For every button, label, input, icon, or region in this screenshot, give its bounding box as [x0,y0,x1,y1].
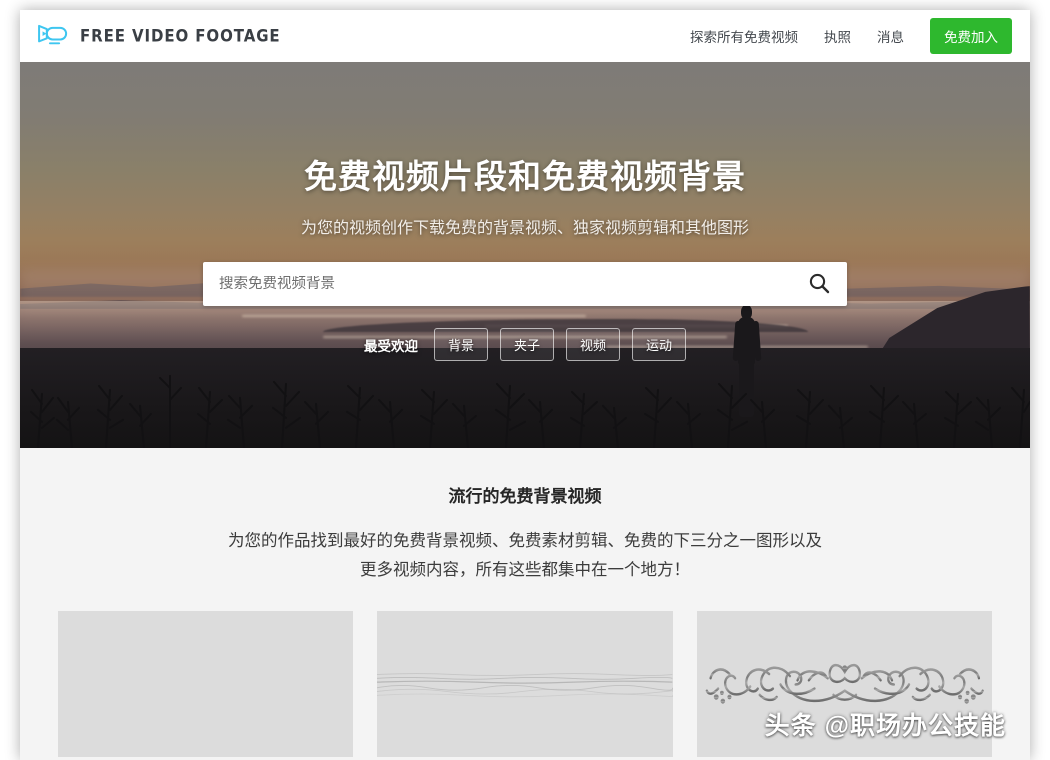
search-input[interactable] [203,276,791,292]
baroque-scrollwork-graphic [703,649,987,722]
wave-lines-thumbnail [377,611,672,757]
tag-pill-clip[interactable]: 夹子 [500,328,554,361]
wave-lines-graphic [377,666,672,704]
tag-pill-motion[interactable]: 运动 [632,328,686,361]
search-bar [203,262,847,306]
hero-content: 免费视频片段和免费视频背景 为您的视频创作下载免费的背景视频、独家视频剪辑和其他… [20,62,1030,448]
popular-videos-section: 流行的免费背景视频 为您的作品找到最好的免费背景视频、免费素材剪辑、免费的下三分… [20,448,1030,760]
nav-link-license[interactable]: 执照 [824,26,851,46]
video-card[interactable] [58,611,353,757]
popular-label: 最受欢迎 [364,335,418,355]
tag-pill-background[interactable]: 背景 [434,328,488,361]
brand-name: FREE VIDEO FOOTAGE [80,26,281,46]
section-description-line-1: 为您的作品找到最好的免费背景视频、免费素材剪辑、免费的下三分之一图形以及 [228,532,822,550]
ornate-filigree-thumbnail [697,611,992,757]
nav-link-news[interactable]: 消息 [877,26,904,46]
video-card[interactable] [697,611,992,757]
video-camera-icon [36,24,70,48]
hero-title: 免费视频片段和免费视频背景 [304,150,746,198]
video-card-grid [58,611,992,757]
brand-logo-link[interactable]: FREE VIDEO FOOTAGE [36,24,281,48]
site-header: FREE VIDEO FOOTAGE 探索所有免费视频 执照 消息 免费加入 [20,10,1030,62]
section-title: 流行的免费背景视频 [58,482,992,507]
popular-tags-row: 最受欢迎 背景 夹子 视频 运动 [364,328,686,361]
main-navigation: 探索所有免费视频 执照 消息 免费加入 [690,18,1012,54]
search-button[interactable] [791,262,847,306]
search-icon [807,271,831,298]
section-description-line-2: 更多视频内容，所有这些都集中在一个地方！ [360,561,690,579]
plain-gray-thumbnail [58,611,353,757]
join-free-button[interactable]: 免费加入 [930,18,1012,54]
video-card[interactable] [377,611,672,757]
tag-pill-video[interactable]: 视频 [566,328,620,361]
web-page: FREE VIDEO FOOTAGE 探索所有免费视频 执照 消息 免费加入 [20,10,1030,760]
hero-subtitle: 为您的视频创作下载免费的背景视频、独家视频剪辑和其他图形 [301,214,749,238]
section-description: 为您的作品找到最好的免费背景视频、免费素材剪辑、免费的下三分之一图形以及 更多视… [155,527,895,585]
hero-banner: 免费视频片段和免费视频背景 为您的视频创作下载免费的背景视频、独家视频剪辑和其他… [20,62,1030,448]
screenshot-viewport: FREE VIDEO FOOTAGE 探索所有免费视频 执照 消息 免费加入 [0,0,1050,760]
nav-link-explore[interactable]: 探索所有免费视频 [690,26,798,46]
